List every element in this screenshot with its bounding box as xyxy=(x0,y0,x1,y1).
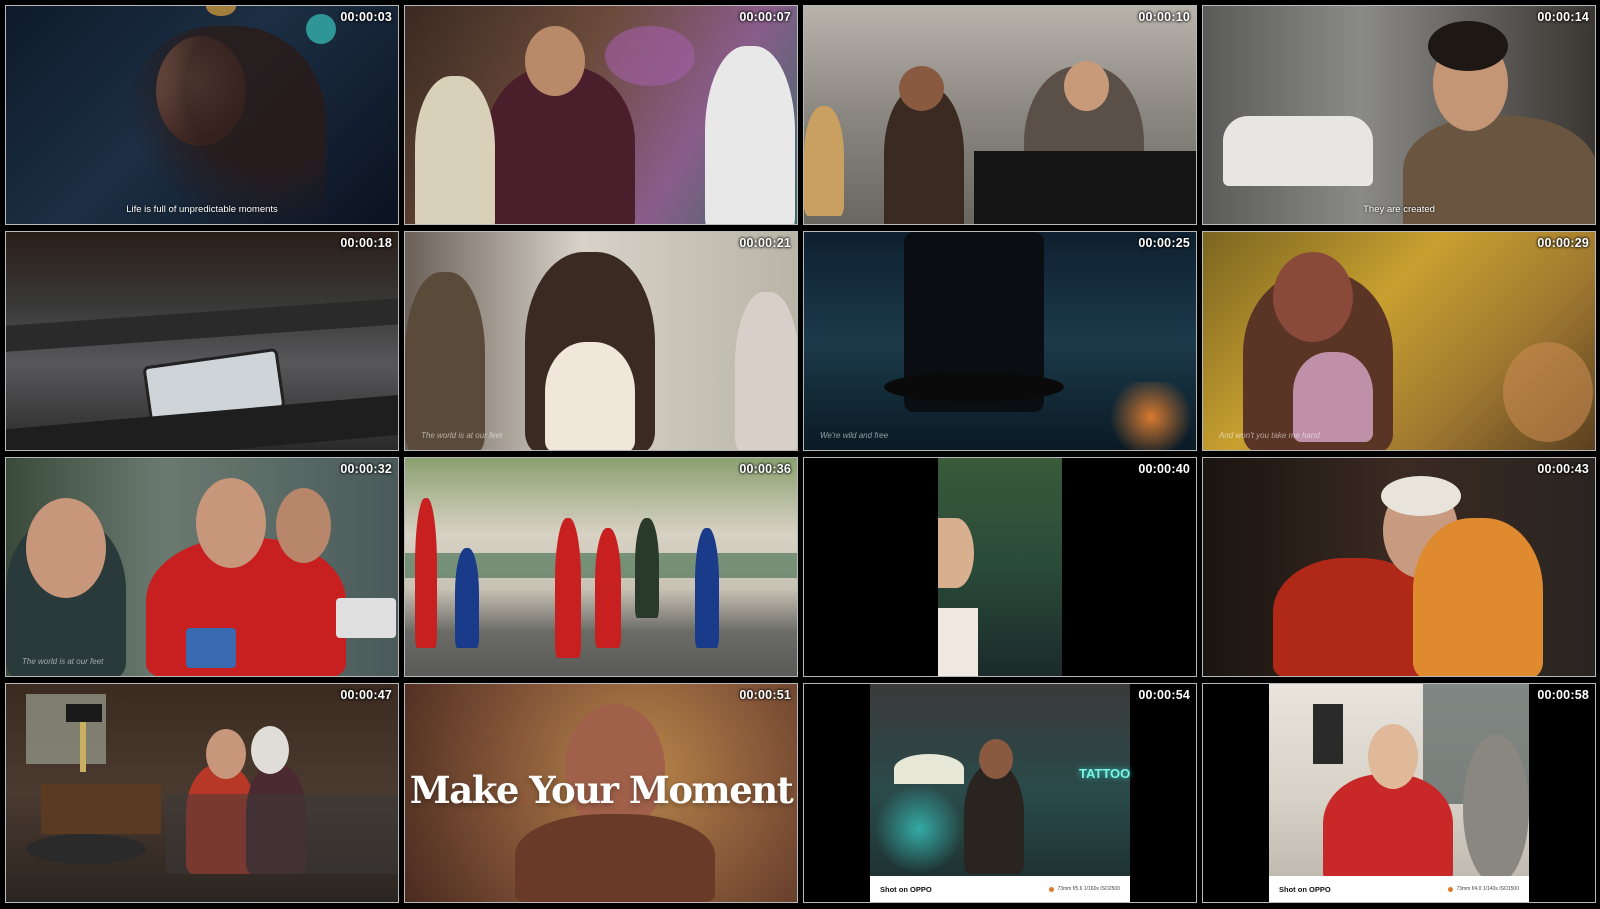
frame-1-image xyxy=(6,6,398,224)
frame-4-image xyxy=(1203,6,1595,224)
aperture-dot-icon xyxy=(1049,886,1055,892)
video-frame-8[interactable]: 00:00:29 And won't you take me hand xyxy=(1202,231,1596,451)
frame-4-timestamp: 00:00:14 xyxy=(1537,10,1589,24)
frame-8-timestamp: 00:00:29 xyxy=(1537,236,1589,250)
video-frame-1[interactable]: 00:00:03 Life is full of unpredictable m… xyxy=(5,5,399,225)
frame-16-shot-meta: 73mm f/4.0 1/140s ISO1500 xyxy=(1456,886,1519,892)
frame-15-shot-bar: Shot on OPPO 73mm f/5.6 1/160s ISO2500 xyxy=(870,876,1130,902)
video-frame-5[interactable]: 00:00:18 xyxy=(5,231,399,451)
frame-12-image xyxy=(1203,458,1595,676)
frame-15-timestamp: 00:00:54 xyxy=(1138,688,1190,702)
frame-15-image: TATTOO Shot on OPPO 73mm f/5.6 1/160s IS… xyxy=(804,684,1196,902)
frame-8-image xyxy=(1203,232,1595,450)
aperture-dot-icon xyxy=(1448,886,1454,892)
video-frame-4[interactable]: 00:00:14 They are created xyxy=(1202,5,1596,225)
frame-15-shot-label: Shot on OPPO xyxy=(880,884,932,894)
frame-3-timestamp: 00:00:10 xyxy=(1138,10,1190,24)
frame-9-caption: The world is at our feet xyxy=(22,657,104,666)
frame-3-image xyxy=(804,6,1196,224)
frame-16-timestamp: 00:00:58 xyxy=(1537,688,1589,702)
frame-14-timestamp: 00:00:51 xyxy=(739,688,791,702)
video-frame-11[interactable]: 00:00:40 xyxy=(803,457,1197,677)
video-frame-12[interactable]: 00:00:43 xyxy=(1202,457,1596,677)
frame-2-image xyxy=(405,6,797,224)
frame-7-timestamp: 00:00:25 xyxy=(1138,236,1190,250)
frame-16-image: Shot on OPPO 73mm f/4.0 1/140s ISO1500 xyxy=(1203,684,1595,902)
video-frame-3[interactable]: 00:00:10 xyxy=(803,5,1197,225)
frame-6-timestamp: 00:00:21 xyxy=(739,236,791,250)
video-frame-10[interactable]: 00:00:36 xyxy=(404,457,798,677)
frame-4-caption: They are created xyxy=(1363,204,1435,215)
video-frame-16[interactable]: Shot on OPPO 73mm f/4.0 1/140s ISO1500 0… xyxy=(1202,683,1596,903)
frame-6-caption: The world is at our feet xyxy=(421,431,503,440)
frame-1-timestamp: 00:00:03 xyxy=(340,10,392,24)
frame-11-timestamp: 00:00:40 xyxy=(1138,462,1190,476)
tattoo-neon-sign: TATTOO xyxy=(1079,766,1131,781)
frame-15-shot-meta: 73mm f/5.6 1/160s ISO2500 xyxy=(1057,886,1120,892)
frame-16-shot-bar: Shot on OPPO 73mm f/4.0 1/140s ISO1500 xyxy=(1269,876,1529,902)
frame-7-caption: We're wild and free xyxy=(820,431,889,440)
frame-9-timestamp: 00:00:32 xyxy=(340,462,392,476)
video-frame-15[interactable]: TATTOO Shot on OPPO 73mm f/5.6 1/160s IS… xyxy=(803,683,1197,903)
frame-1-caption: Life is full of unpredictable moments xyxy=(126,204,278,215)
video-frame-14[interactable]: Make Your Moment 00:00:51 xyxy=(404,683,798,903)
frame-7-image xyxy=(804,232,1196,450)
slogan-overlay: Make Your Moment xyxy=(409,768,794,812)
frame-10-image xyxy=(405,458,797,676)
frame-9-image xyxy=(6,458,398,676)
video-frame-7[interactable]: 00:00:25 We're wild and free xyxy=(803,231,1197,451)
frame-12-timestamp: 00:00:43 xyxy=(1537,462,1589,476)
frame-13-timestamp: 00:00:47 xyxy=(340,688,392,702)
frame-11-image xyxy=(804,458,1196,676)
video-frame-6[interactable]: 00:00:21 The world is at our feet xyxy=(404,231,798,451)
frame-2-timestamp: 00:00:07 xyxy=(739,10,791,24)
frame-5-image xyxy=(6,232,398,450)
video-frame-9[interactable]: 00:00:32 The world is at our feet xyxy=(5,457,399,677)
frame-16-shot-label: Shot on OPPO xyxy=(1279,884,1331,894)
contact-sheet-grid: 00:00:03 Life is full of unpredictable m… xyxy=(0,0,1600,909)
frame-6-image xyxy=(405,232,797,450)
frame-10-timestamp: 00:00:36 xyxy=(739,462,791,476)
video-frame-13[interactable]: 00:00:47 xyxy=(5,683,399,903)
frame-13-image xyxy=(6,684,398,902)
video-frame-2[interactable]: 00:00:07 xyxy=(404,5,798,225)
frame-5-timestamp: 00:00:18 xyxy=(340,236,392,250)
frame-8-caption: And won't you take me hand xyxy=(1219,431,1320,440)
